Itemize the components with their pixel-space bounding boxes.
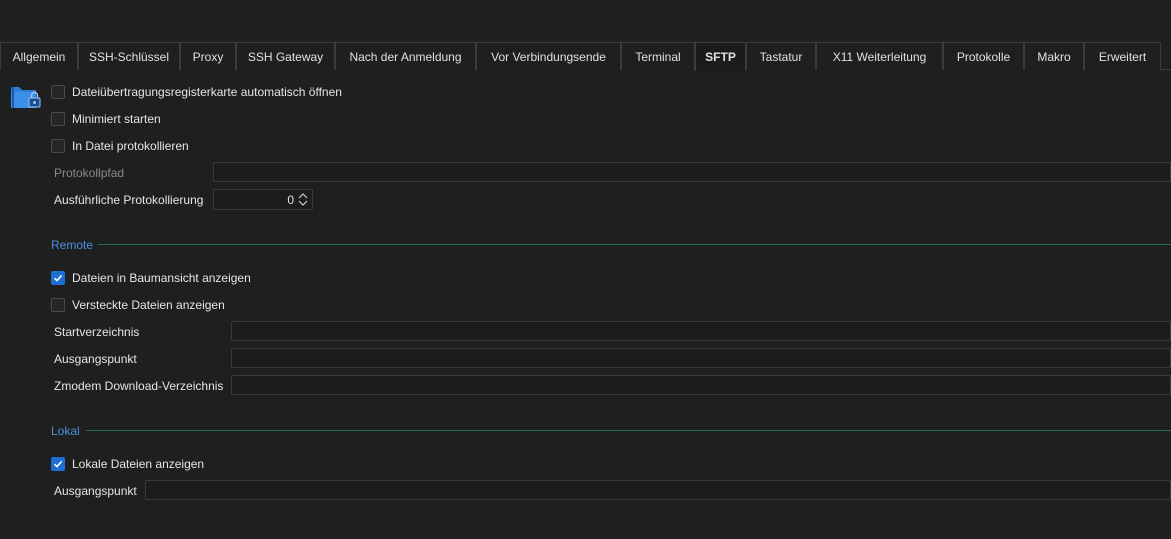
remote-section-title: Remote (51, 238, 94, 252)
log-path-field[interactable] (213, 162, 1171, 182)
remote-section-divider (98, 244, 1171, 245)
tab-label: Proxy (192, 49, 224, 64)
remote-origin-field[interactable] (231, 348, 1171, 368)
spin-up-down-icon[interactable] (297, 192, 309, 207)
tab-bar: Allgemein SSH-Schlüssel Proxy SSH Gatewa… (0, 42, 1171, 71)
checkbox-box[interactable] (51, 457, 65, 471)
checkbox-box[interactable] (51, 112, 65, 126)
auto-open-transfer-tab-checkbox[interactable]: Dateiübertragungsregisterkarte automatis… (51, 83, 342, 101)
checkmark-icon (53, 460, 63, 468)
auto-open-transfer-tab-label: Dateiübertragungsregisterkarte automatis… (72, 85, 342, 99)
tab-label: Erweitert (1098, 49, 1147, 64)
hidden-files-label: Versteckte Dateien anzeigen (72, 298, 225, 312)
sftp-folder-lock-icon (11, 87, 41, 108)
log-path-label: Protokollpfad (54, 166, 125, 180)
tab-makro[interactable]: Makro (1024, 42, 1084, 70)
checkbox-box[interactable] (51, 139, 65, 153)
remote-origin-label: Ausgangspunkt (54, 352, 137, 366)
tree-view-checkbox[interactable]: Dateien in Baumansicht anzeigen (51, 269, 251, 287)
tab-label: SSH-Schlüssel (88, 49, 170, 64)
show-local-files-label: Lokale Dateien anzeigen (72, 457, 205, 471)
tab-nach-der-anmeldung[interactable]: Nach der Anmeldung (335, 42, 476, 70)
log-to-file-checkbox[interactable]: In Datei protokollieren (51, 137, 189, 155)
tab-label: Makro (1037, 49, 1071, 64)
local-section-divider (86, 430, 1171, 431)
start-minimized-label: Minimiert starten (72, 112, 161, 126)
hidden-files-checkbox[interactable]: Versteckte Dateien anzeigen (51, 296, 225, 314)
verbose-logging-spinbox[interactable]: 0 (213, 189, 313, 210)
local-origin-input[interactable] (146, 481, 1170, 499)
tab-label: X11 Weiterleitung (832, 49, 927, 64)
remote-origin-input[interactable] (232, 349, 1170, 367)
tab-label: Vor Verbindungsende (491, 49, 606, 64)
log-path-input[interactable] (214, 163, 1170, 181)
tab-x11-weiterleitung[interactable]: X11 Weiterleitung (816, 42, 943, 70)
verbose-logging-label: Ausführliche Protokollierung (54, 193, 204, 207)
tab-ssh-gateway[interactable]: SSH Gateway (236, 42, 335, 70)
zmodem-directory-field[interactable] (231, 375, 1171, 395)
start-directory-field[interactable] (231, 321, 1171, 341)
show-local-files-checkbox[interactable]: Lokale Dateien anzeigen (51, 455, 204, 473)
log-to-file-label: In Datei protokollieren (72, 139, 189, 153)
tab-protokolle[interactable]: Protokolle (943, 42, 1024, 70)
local-origin-label: Ausgangspunkt (54, 484, 137, 498)
local-section-title: Lokal (51, 424, 80, 438)
start-directory-input[interactable] (232, 322, 1170, 340)
tab-label: SFTP (705, 50, 736, 64)
tree-view-label: Dateien in Baumansicht anzeigen (72, 271, 251, 285)
checkbox-box[interactable] (51, 271, 65, 285)
tab-vor-verbindungsende[interactable]: Vor Verbindungsende (476, 42, 621, 70)
tab-label: Protokolle (956, 49, 1011, 64)
zmodem-directory-input[interactable] (232, 376, 1170, 394)
tab-label: SSH Gateway (247, 49, 324, 64)
tab-label: Terminal (635, 49, 681, 64)
start-directory-label: Startverzeichnis (54, 325, 140, 339)
tab-label: Allgemein (12, 49, 66, 64)
verbose-logging-value: 0 (287, 193, 294, 207)
checkbox-box[interactable] (51, 298, 65, 312)
tab-proxy[interactable]: Proxy (180, 42, 236, 70)
zmodem-directory-label: Zmodem Download-Verzeichnis (54, 379, 224, 393)
tab-label: Tastatur (759, 49, 803, 64)
local-origin-field[interactable] (145, 480, 1171, 500)
tab-sftp[interactable]: SFTP (695, 42, 746, 71)
tab-allgemein[interactable]: Allgemein (0, 42, 78, 70)
start-minimized-checkbox[interactable]: Minimiert starten (51, 110, 161, 128)
checkbox-box[interactable] (51, 85, 65, 99)
tab-terminal[interactable]: Terminal (621, 42, 695, 70)
checkmark-icon (53, 274, 63, 282)
tab-label: Nach der Anmeldung (349, 49, 462, 64)
tab-tastatur[interactable]: Tastatur (746, 42, 816, 70)
tab-erweitert[interactable]: Erweitert (1084, 42, 1161, 70)
tab-ssh-schluessel[interactable]: SSH-Schlüssel (78, 42, 180, 70)
